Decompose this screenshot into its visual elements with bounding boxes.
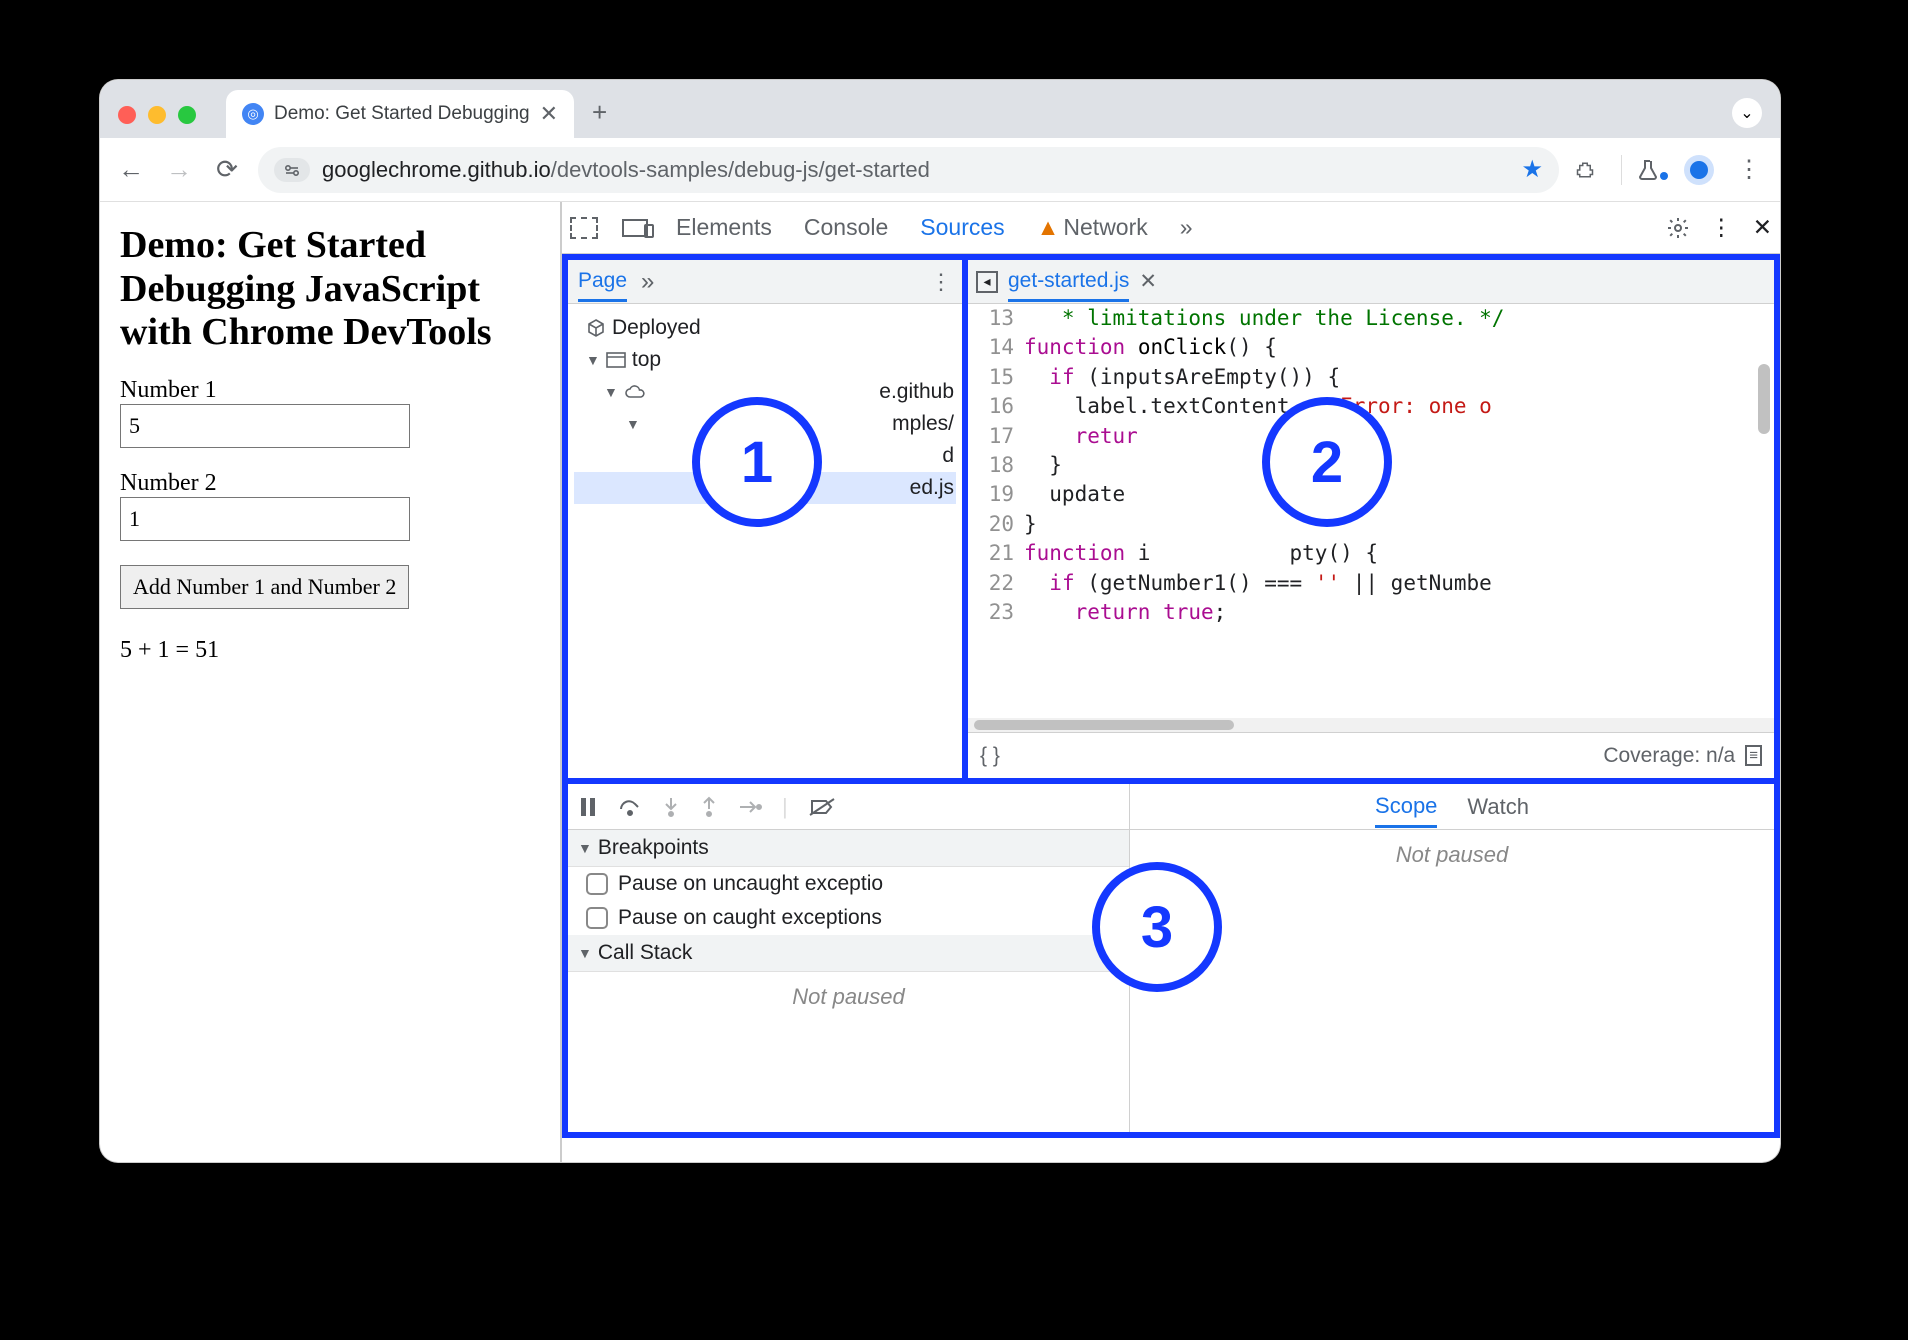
forward-button[interactable]: → (162, 154, 196, 185)
debugger-controls: | (568, 784, 1129, 830)
result-text: 5 + 1 = 51 (120, 637, 540, 664)
breakpoints-header[interactable]: ▼Breakpoints (568, 830, 1129, 867)
inspect-element-icon[interactable] (570, 217, 598, 239)
devtools-close-icon[interactable]: ✕ (1753, 214, 1772, 241)
editor-pane: ◂ get-started.js ✕ 13 * limitations unde… (968, 254, 1780, 784)
profile-button[interactable] (1684, 155, 1718, 185)
deactivate-breakpoints-icon[interactable] (808, 797, 836, 817)
horizontal-scrollbar[interactable] (968, 718, 1774, 732)
navigator-page-tab[interactable]: Page (578, 269, 627, 302)
editor-footer: { } Coverage: n/a ≡ (968, 732, 1774, 778)
editor-filename[interactable]: get-started.js (1008, 269, 1129, 302)
bookmark-star-icon[interactable]: ★ (1521, 155, 1543, 184)
disclosure-triangle-icon: ▼ (586, 352, 600, 368)
close-window-button[interactable] (118, 106, 136, 124)
step-into-icon[interactable] (662, 796, 680, 818)
cloud-icon (624, 384, 646, 400)
collapse-navigator-icon[interactable]: ◂ (976, 271, 998, 293)
disclosure-triangle-icon: ▼ (626, 416, 640, 432)
add-button[interactable]: Add Number 1 and Number 2 (120, 565, 409, 609)
maximize-window-button[interactable] (178, 106, 196, 124)
close-file-icon[interactable]: ✕ (1139, 269, 1157, 294)
checkbox-icon[interactable] (586, 873, 608, 895)
tree-top[interactable]: ▼ top (574, 344, 956, 376)
step-over-icon[interactable] (618, 797, 642, 817)
callstack-header[interactable]: ▼Call Stack (568, 935, 1129, 972)
scope-not-paused: Not paused (1130, 830, 1774, 880)
debugger-left: | ▼Breakpoints Pause on uncaught excepti… (568, 784, 1130, 1132)
number2-input[interactable] (120, 497, 410, 541)
tab-console[interactable]: Console (800, 214, 892, 241)
reload-button[interactable]: ⟳ (210, 154, 244, 185)
close-tab-icon[interactable]: ✕ (540, 101, 558, 127)
window-controls (112, 106, 206, 138)
extensions-icon[interactable] (1573, 158, 1607, 182)
annotation-2: 2 (1262, 397, 1392, 527)
devtools-tabbar: Elements Console Sources ▲Network » ⋮ ✕ (562, 202, 1780, 254)
debugger-right: Scope Watch Not paused (1130, 784, 1774, 1132)
url-text: googlechrome.github.io/devtools-samples/… (322, 157, 930, 183)
tree-deployed[interactable]: Deployed (574, 312, 956, 344)
tab-sources[interactable]: Sources (916, 214, 1008, 241)
vertical-scrollbar[interactable] (1756, 304, 1772, 722)
watch-tab[interactable]: Watch (1467, 794, 1529, 820)
navigator-kebab-icon[interactable]: ⋮ (930, 269, 952, 295)
code-editor[interactable]: 13 * limitations under the License. */14… (968, 304, 1774, 718)
checkbox-icon[interactable] (586, 907, 608, 929)
omnibox[interactable]: googlechrome.github.io/devtools-samples/… (258, 147, 1559, 193)
page-title: Demo: Get Started Debugging JavaScript w… (120, 224, 540, 355)
chrome-menu-icon[interactable]: ⋮ (1732, 155, 1766, 184)
pretty-print-icon[interactable]: { } (980, 744, 1000, 768)
number1-input[interactable] (120, 404, 410, 448)
tab-elements[interactable]: Elements (672, 214, 776, 241)
address-toolbar: ← → ⟳ googlechrome.github.io/devtools-sa… (100, 138, 1780, 202)
tab-network[interactable]: ▲Network (1033, 214, 1152, 241)
disclosure-triangle-icon: ▼ (604, 384, 618, 400)
step-icon[interactable] (738, 799, 762, 815)
frame-icon (606, 352, 626, 368)
tab-strip: ◎ Demo: Get Started Debugging ✕ + ⌄ (100, 80, 1780, 138)
favicon-icon: ◎ (242, 103, 264, 125)
browser-window: ◎ Demo: Get Started Debugging ✕ + ⌄ ← → … (100, 80, 1780, 1162)
navigator-header: Page » ⋮ (568, 260, 962, 304)
minimize-window-button[interactable] (148, 106, 166, 124)
annotation-1: 1 (692, 397, 822, 527)
url-path: /devtools-samples/debug-js/get-started (551, 157, 930, 182)
new-tab-button[interactable]: + (574, 97, 607, 138)
cube-icon (586, 318, 606, 338)
pause-icon[interactable] (578, 796, 598, 818)
number1-label: Number 1 (120, 377, 540, 404)
step-out-icon[interactable] (700, 796, 718, 818)
callstack-not-paused: Not paused (568, 972, 1129, 1022)
content-area: Demo: Get Started Debugging JavaScript w… (100, 202, 1780, 1162)
scope-tab[interactable]: Scope (1375, 793, 1437, 828)
number2-label: Number 2 (120, 470, 540, 497)
coverage-label: Coverage: n/a (1603, 744, 1735, 768)
editor-header: ◂ get-started.js ✕ (968, 260, 1774, 304)
demo-page: Demo: Get Started Debugging JavaScript w… (100, 202, 560, 1162)
url-host: googlechrome.github.io (322, 157, 551, 182)
pause-caught-row[interactable]: Pause on caught exceptions (568, 901, 1129, 935)
settings-gear-icon[interactable] (1666, 216, 1690, 240)
warning-icon: ▲ (1037, 214, 1060, 241)
more-tabs-icon[interactable]: » (1176, 214, 1197, 241)
pause-uncaught-row[interactable]: Pause on uncaught exceptio (568, 867, 1129, 901)
browser-tab[interactable]: ◎ Demo: Get Started Debugging ✕ (226, 90, 574, 138)
scope-watch-tabs: Scope Watch (1130, 784, 1774, 830)
show-drawer-icon[interactable]: ≡ (1745, 745, 1762, 766)
devtools-panel: Elements Console Sources ▲Network » ⋮ ✕ … (560, 202, 1780, 1162)
experiments-icon[interactable] (1636, 158, 1670, 182)
device-toolbar-icon[interactable] (622, 219, 648, 237)
devtools-kebab-icon[interactable]: ⋮ (1710, 214, 1733, 241)
tab-title: Demo: Get Started Debugging (274, 103, 530, 125)
back-button[interactable]: ← (114, 154, 148, 185)
tab-search-button[interactable]: ⌄ (1732, 98, 1762, 128)
site-info-button[interactable] (274, 158, 310, 182)
navigator-more-icon[interactable]: » (641, 268, 654, 296)
annotation-3: 3 (1092, 862, 1222, 992)
